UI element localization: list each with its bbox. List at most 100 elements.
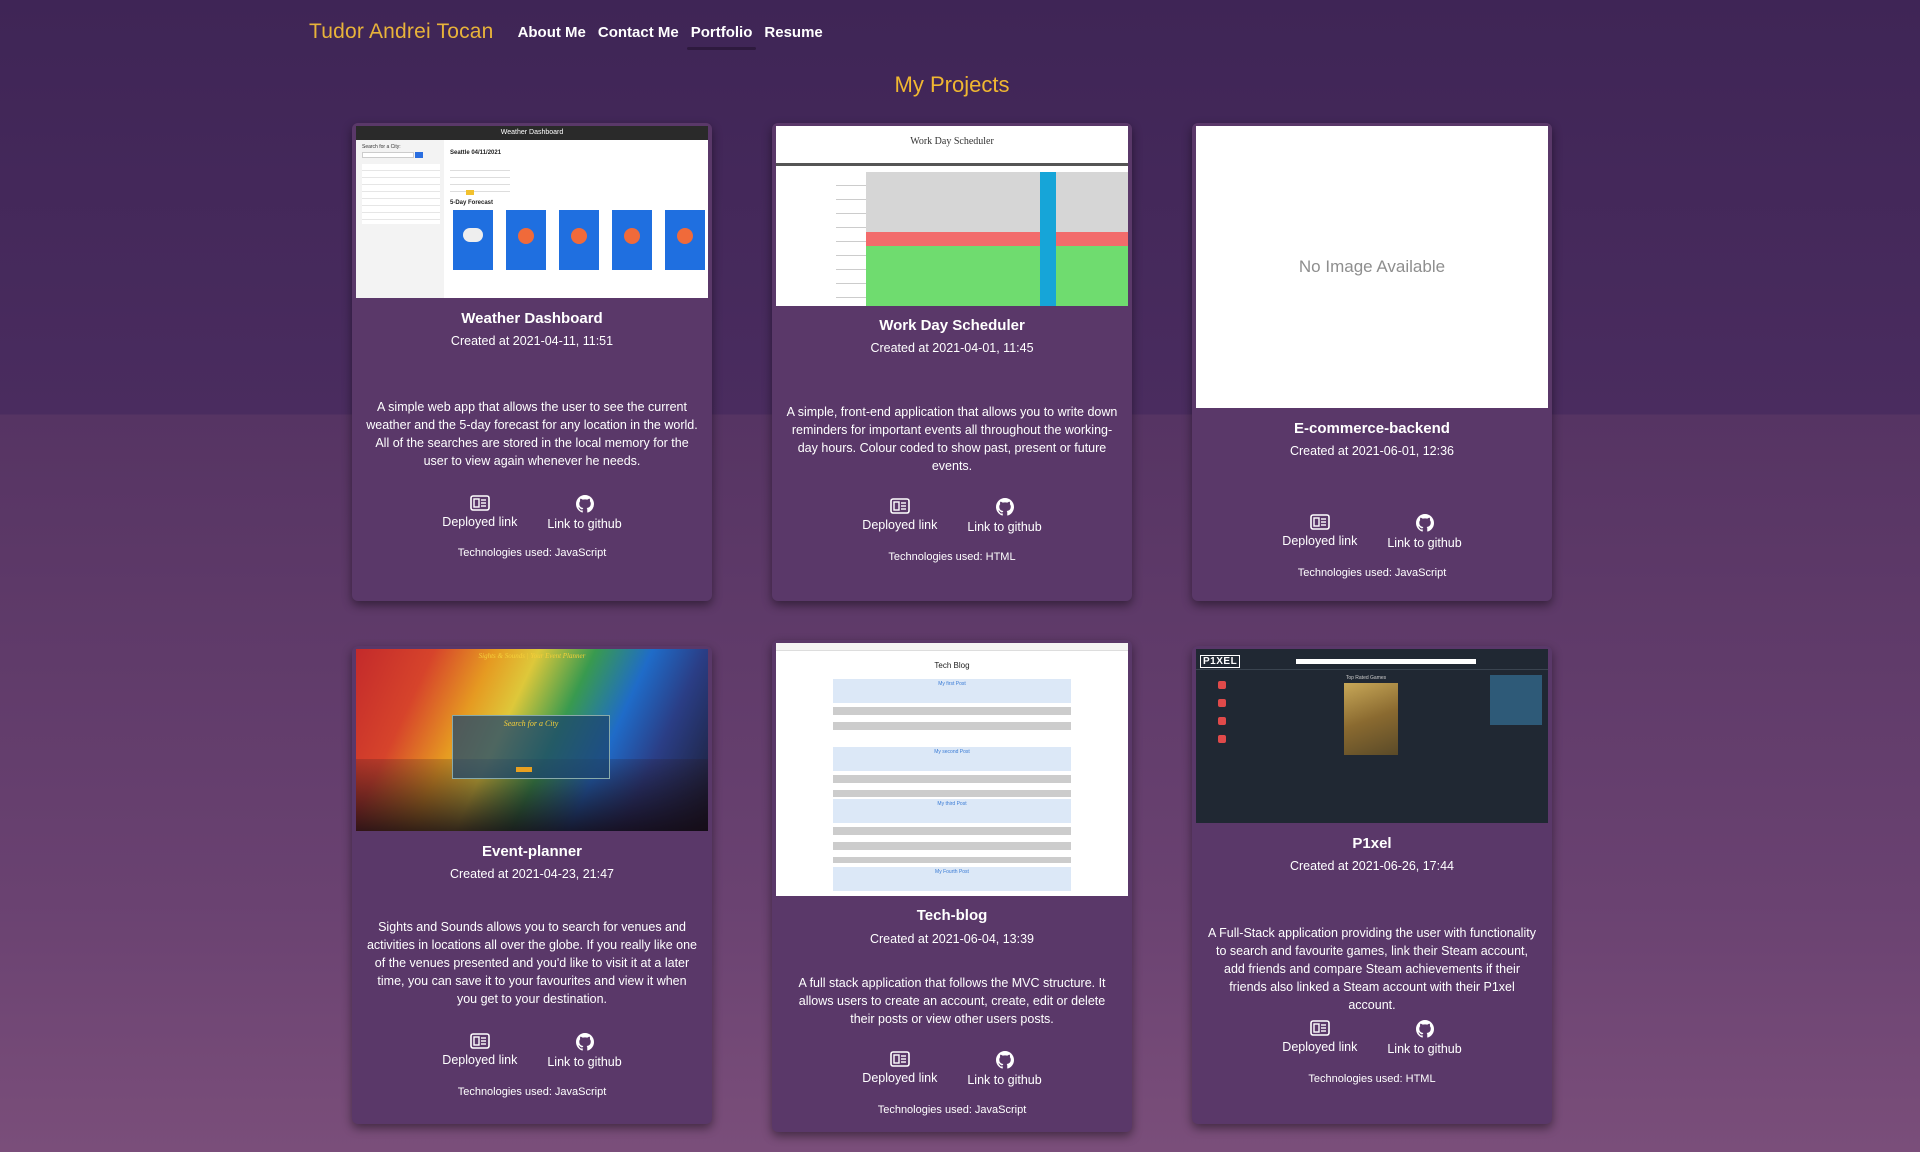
project-links: Deployed link Link to github bbox=[352, 495, 712, 531]
project-description: A simple, front-end application that all… bbox=[786, 405, 1118, 473]
github-link[interactable]: Link to github bbox=[547, 1033, 622, 1069]
project-technologies: Technologies used: JavaScript bbox=[1297, 567, 1447, 579]
project-links: Deployed link Link to github bbox=[1192, 1020, 1552, 1056]
project-date: Created at 2021-06-04, 13:39 bbox=[869, 932, 1034, 946]
thumb-header: Work Day Scheduler bbox=[910, 136, 994, 147]
github-icon bbox=[1415, 514, 1434, 532]
newspaper-icon bbox=[890, 498, 910, 514]
newspaper-icon bbox=[890, 1051, 910, 1067]
project-description: A simple web app that allows the user to… bbox=[366, 400, 698, 468]
nav-link-portfolio[interactable]: Portfolio bbox=[685, 24, 759, 50]
thumb-header: Sights & Sounds | Your Event Planner bbox=[478, 652, 586, 660]
project-screenshot-placeholder: No Image Available bbox=[1196, 126, 1548, 408]
deployed-link-label: Deployed link bbox=[862, 518, 938, 532]
deployed-link-label: Deployed link bbox=[442, 515, 518, 529]
thumb-forecast-label: 5-Day Forecast bbox=[450, 200, 494, 206]
thumb-search-label: Search for a City: bbox=[362, 144, 401, 150]
thumb-post-4: My Fourth Post bbox=[935, 869, 969, 875]
github-icon bbox=[995, 1051, 1014, 1069]
nav-link-about-me[interactable]: About Me bbox=[512, 24, 592, 41]
no-image-text: No Image Available bbox=[1298, 257, 1446, 276]
github-link-label: Link to github bbox=[1387, 536, 1462, 550]
page-title: My Projects bbox=[894, 72, 1010, 97]
project-date: Created at 2021-04-01, 11:45 bbox=[870, 341, 1034, 355]
github-link-label: Link to github bbox=[967, 520, 1042, 534]
newspaper-icon bbox=[1310, 1020, 1330, 1036]
github-link[interactable]: Link to github bbox=[1387, 514, 1462, 550]
thumb-post-3: My third Post bbox=[937, 801, 967, 807]
deployed-link-label: Deployed link bbox=[1282, 534, 1358, 548]
project-title: P1xel bbox=[1352, 835, 1392, 852]
nav-link-resume[interactable]: Resume bbox=[758, 24, 828, 41]
project-date: Created at 2021-04-23, 21:47 bbox=[449, 867, 614, 881]
project-description: A full stack application that follows th… bbox=[798, 976, 1106, 1026]
project-title: E-commerce-backend bbox=[1294, 420, 1450, 437]
project-card-work-day-scheduler: Work Day Scheduler Work Day Scheduler Cr… bbox=[772, 123, 1132, 601]
nav-links: About Me Contact Me Portfolio Resume bbox=[512, 24, 829, 50]
thumb-section: Top Rated Games bbox=[1345, 675, 1387, 681]
project-date: Created at 2021-06-26, 17:44 bbox=[1289, 859, 1454, 873]
project-screenshot: Sights & Sounds | Your Event Planner Sea… bbox=[356, 649, 708, 831]
project-technologies: Technologies used: HTML bbox=[1308, 1073, 1436, 1085]
github-link-label: Link to github bbox=[967, 1073, 1042, 1087]
deployed-link-label: Deployed link bbox=[442, 1053, 518, 1067]
github-icon bbox=[995, 498, 1014, 516]
thumb-search-label: Search for a City bbox=[503, 719, 559, 728]
project-card-tech-blog: Tech Blog My first Post My second Post M… bbox=[772, 640, 1132, 1132]
project-technologies: Technologies used: HTML bbox=[888, 551, 1016, 563]
deployed-link[interactable]: Deployed link bbox=[1282, 1020, 1357, 1056]
newspaper-icon bbox=[1310, 514, 1330, 530]
project-links: Deployed link Link to github bbox=[772, 498, 1132, 534]
project-screenshot: Work Day Scheduler bbox=[776, 126, 1128, 306]
newspaper-icon bbox=[470, 495, 490, 511]
github-icon bbox=[1415, 1020, 1434, 1038]
project-title: Event-planner bbox=[481, 843, 583, 860]
deployed-link[interactable]: Deployed link bbox=[862, 498, 937, 534]
deployed-link-label: Deployed link bbox=[1282, 1040, 1358, 1054]
brand-name[interactable]: Tudor Andrei Tocan bbox=[309, 20, 494, 44]
thumb-header: Weather Dashboard bbox=[356, 126, 708, 140]
project-screenshot: Tech Blog My first Post My second Post M… bbox=[776, 643, 1128, 896]
nav-link-contact-me[interactable]: Contact Me bbox=[592, 24, 685, 41]
github-link-label: Link to github bbox=[547, 1055, 622, 1069]
top-nav: Tudor Andrei Tocan About Me Contact Me P… bbox=[309, 18, 829, 50]
deployed-link[interactable]: Deployed link bbox=[442, 1033, 517, 1069]
thumb-logo: P1XEL bbox=[1200, 655, 1241, 668]
project-technologies: Technologies used: JavaScript bbox=[457, 547, 607, 559]
project-description: Sights and Sounds allows you to search f… bbox=[366, 920, 698, 1006]
deployed-link[interactable]: Deployed link bbox=[442, 495, 517, 531]
project-date: Created at 2021-04-11, 11:51 bbox=[450, 334, 614, 348]
github-link[interactable]: Link to github bbox=[967, 1051, 1042, 1087]
deployed-link[interactable]: Deployed link bbox=[1282, 514, 1357, 550]
deployed-link-label: Deployed link bbox=[862, 1071, 938, 1085]
project-title: Weather Dashboard bbox=[461, 310, 603, 327]
project-technologies: Technologies used: JavaScript bbox=[457, 1086, 607, 1098]
thumb-city: Seattle 04/11/2021 bbox=[450, 150, 502, 156]
thumb-post-1: My first Post bbox=[938, 681, 966, 687]
project-links: Deployed link Link to github bbox=[772, 1051, 1132, 1087]
project-description: A Full-Stack application providing the u… bbox=[1208, 926, 1536, 1012]
project-links: Deployed link Link to github bbox=[352, 1033, 712, 1069]
newspaper-icon bbox=[470, 1033, 490, 1049]
project-technologies: Technologies used: JavaScript bbox=[877, 1104, 1027, 1116]
github-link[interactable]: Link to github bbox=[547, 495, 622, 531]
github-link-label: Link to github bbox=[547, 517, 622, 531]
project-title: Tech-blog bbox=[916, 907, 988, 924]
project-card-weather-dashboard: Weather Dashboard Search for a City: Sea… bbox=[352, 123, 712, 601]
thumb-post-2: My second Post bbox=[934, 749, 970, 755]
project-screenshot: Weather Dashboard Search for a City: Sea… bbox=[356, 126, 708, 298]
github-icon bbox=[575, 495, 594, 513]
project-card-p1xel: P1XEL Top Rated Games P1xel Created at 2… bbox=[1192, 646, 1552, 1124]
project-title: Work Day Scheduler bbox=[879, 317, 1025, 334]
github-link[interactable]: Link to github bbox=[1387, 1020, 1462, 1056]
thumb-header: Tech Blog bbox=[934, 661, 970, 670]
project-card-e-commerce-backend: No Image Available E-commerce-backend Cr… bbox=[1192, 123, 1552, 601]
project-date: Created at 2021-06-01, 12:36 bbox=[1289, 444, 1454, 458]
github-link[interactable]: Link to github bbox=[967, 498, 1042, 534]
project-screenshot: P1XEL Top Rated Games bbox=[1196, 649, 1548, 823]
deployed-link[interactable]: Deployed link bbox=[862, 1051, 937, 1087]
project-card-event-planner: Sights & Sounds | Your Event Planner Sea… bbox=[352, 646, 712, 1124]
github-link-label: Link to github bbox=[1387, 1042, 1462, 1056]
github-icon bbox=[575, 1033, 594, 1051]
project-links: Deployed link Link to github bbox=[1192, 514, 1552, 550]
